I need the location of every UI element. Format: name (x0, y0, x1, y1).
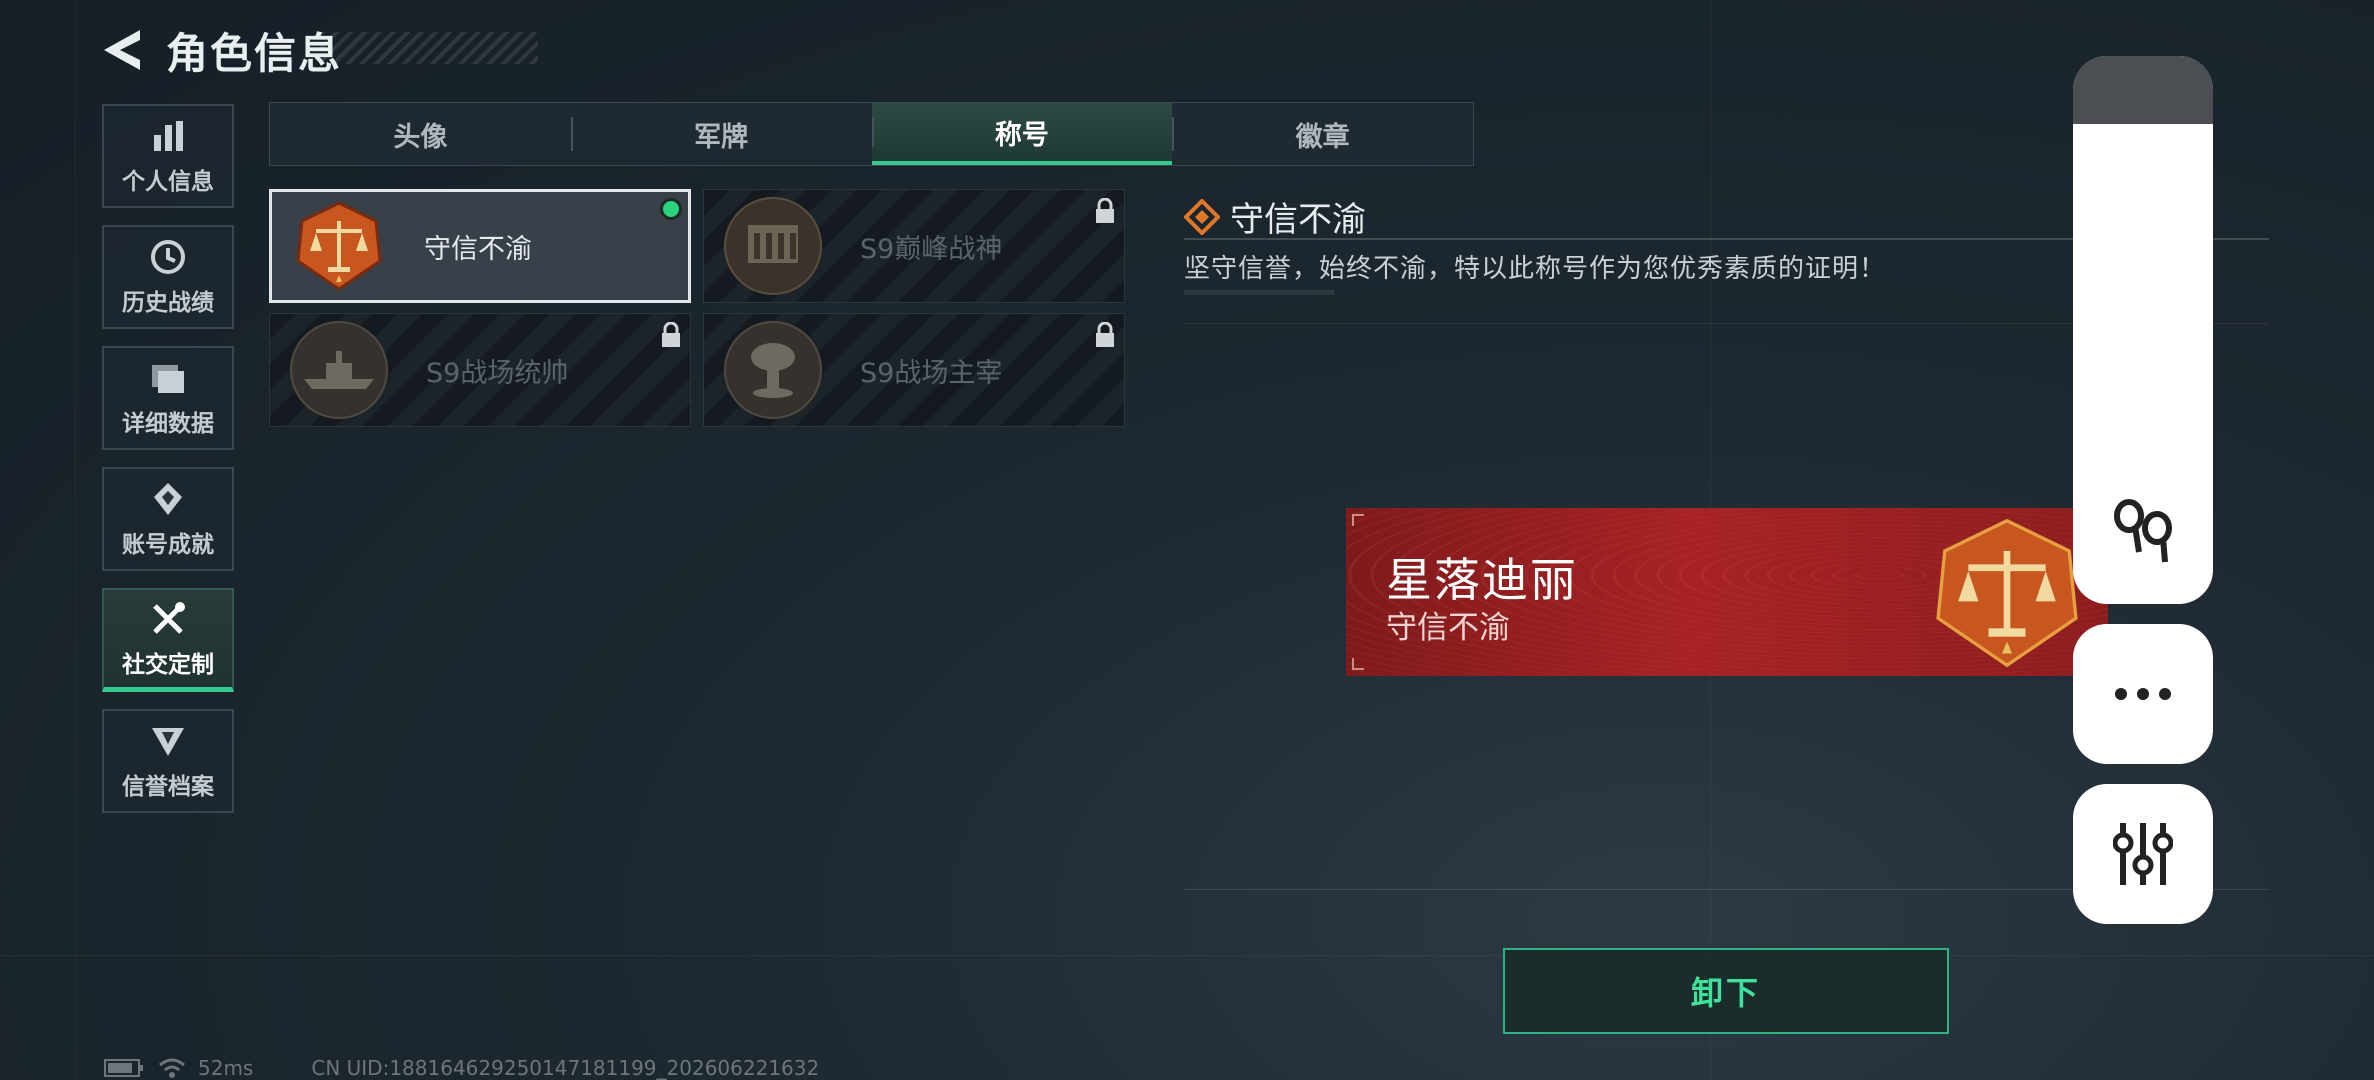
equipped-indicator (660, 198, 682, 220)
scales-emblem-icon (292, 199, 386, 293)
title-card-s9-dominator[interactable]: S9战场主宰 (703, 313, 1125, 427)
corner-mark (1352, 514, 1364, 526)
uid-text: CN UID:18816462925014718­1199_2026062216… (311, 1056, 820, 1080)
title-card-label: 守信不渝 (424, 233, 532, 265)
lock-icon (1094, 321, 1116, 348)
bar-chart-icon (148, 116, 188, 156)
fortress-emblem-icon (724, 197, 822, 295)
lock-icon (1094, 197, 1116, 224)
sidebar-item-personal-info[interactable]: 个人信息 (102, 104, 234, 208)
scales-emblem-icon (1928, 514, 2086, 672)
title-card-label: S9战场统帅 (426, 357, 569, 389)
settings-sliders-button[interactable] (2073, 784, 2213, 924)
bg-grid-line (75, 0, 76, 1080)
tab-avatar[interactable]: 头像 (270, 103, 571, 165)
floating-panel (2073, 56, 2213, 604)
title-card-s9-commander[interactable]: S9战场统帅 (269, 313, 691, 427)
mushroom-cloud-emblem-icon (724, 321, 822, 419)
sidebar-item-history[interactable]: 历史战绩 (102, 225, 234, 329)
title-card-label: S9战场主宰 (860, 357, 1003, 389)
back-arrow-icon[interactable] (100, 28, 144, 72)
sidebar-item-label: 历史战绩 (122, 290, 214, 316)
title-card-trustworthy[interactable]: 守信不渝 (269, 189, 691, 303)
earbuds-icon[interactable] (2111, 496, 2175, 566)
tools-icon (148, 599, 188, 639)
tab-title[interactable]: 称号 (871, 103, 1173, 165)
unequip-button[interactable]: 卸下 (1503, 948, 1949, 1034)
sidebar-item-social-custom[interactable]: 社交定制 (102, 588, 234, 692)
detail-description: 坚守信誉，始终不渝，特以此称号作为您优秀素质的证明！ (1184, 254, 1887, 284)
battery-icon (104, 1059, 143, 1077)
history-icon (148, 237, 188, 277)
tab-badge[interactable]: 徽章 (1172, 103, 1473, 165)
more-options-button[interactable] (2073, 624, 2213, 764)
divider (1184, 290, 1334, 295)
nameplate-title: 守信不渝 (1386, 610, 1510, 646)
sidebar-item-label: 账号成就 (122, 532, 214, 558)
sidebar-item-credit[interactable]: 信誉档案 (102, 709, 234, 813)
detail-title: 守信不渝 (1230, 200, 1366, 240)
credit-icon (148, 721, 188, 761)
lock-icon (660, 321, 682, 348)
sidebar: 个人信息 历史战绩 详细数据 账号成就 社交定制 信誉档案 (102, 104, 238, 830)
page-title: 角色信息 (166, 28, 343, 78)
ping-text: 52ms (198, 1056, 254, 1080)
bg-grid-line (0, 955, 2374, 956)
corner-mark (1352, 658, 1364, 670)
title-card-label: S9巅峰战神 (860, 233, 1003, 265)
title-card-s9-peak-god[interactable]: S9巅峰战神 (703, 189, 1125, 303)
page-header: 角色信息 (100, 22, 538, 78)
detail-header: 守信不渝 (1184, 192, 1366, 241)
nameplate-preview: 星落迪丽 守信不渝 (1346, 508, 2108, 676)
title-decoration (320, 32, 538, 64)
warship-emblem-icon (290, 321, 388, 419)
achievement-icon (148, 479, 188, 519)
folder-icon (148, 358, 188, 398)
sidebar-item-label: 详细数据 (122, 411, 214, 437)
sidebar-item-label: 信誉档案 (122, 774, 214, 800)
tab-dog-tag[interactable]: 军牌 (570, 103, 872, 165)
nameplate-player-name: 星落迪丽 (1386, 553, 1578, 607)
sidebar-item-achievements[interactable]: 账号成就 (102, 467, 234, 571)
sliders-icon (2113, 823, 2173, 885)
sidebar-item-details[interactable]: 详细数据 (102, 346, 234, 450)
category-tabs: 头像 军牌 称号 徽章 (269, 102, 1474, 166)
panel-handle[interactable] (2073, 56, 2213, 124)
sidebar-item-label: 社交定制 (122, 651, 214, 678)
wifi-icon (159, 1058, 185, 1078)
sidebar-item-label: 个人信息 (122, 169, 214, 195)
status-bar: 52ms CN UID:18816462925014718­1199_20260… (104, 1056, 829, 1080)
diamond-icon (1184, 198, 1220, 235)
ellipsis-icon (2115, 688, 2171, 700)
